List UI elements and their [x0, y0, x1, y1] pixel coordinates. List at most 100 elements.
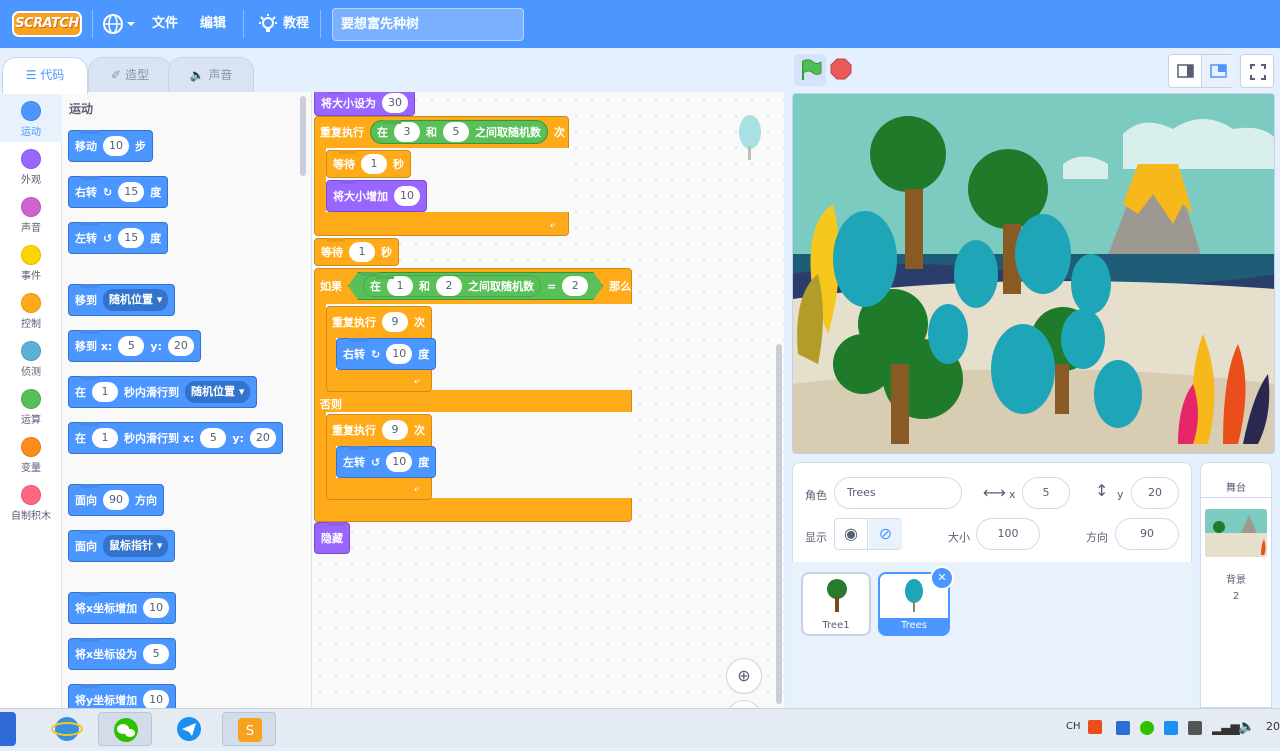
towards-dropdown[interactable]: 鼠标指针 ▾	[103, 535, 169, 557]
scratch-app-icon[interactable]: S	[222, 712, 276, 746]
point-direction-block[interactable]: 面向 90 方向	[68, 484, 164, 516]
hide-block[interactable]: 隐藏	[314, 522, 350, 554]
random-block[interactable]: 在 1 和 2 之间取随机数	[363, 275, 541, 297]
ime-indicator[interactable]: CH	[1066, 721, 1081, 732]
tutorials-menu[interactable]: 教程	[256, 0, 316, 48]
size-input[interactable]: 10	[394, 186, 420, 206]
project-title-input[interactable]: 要想富先种树	[332, 8, 524, 41]
turn-right-block[interactable]: 右转 ↻ 10 度	[336, 338, 437, 370]
zoom-in-button[interactable]: ⊕	[726, 658, 762, 694]
wechat-tray-icon[interactable]	[1140, 721, 1154, 735]
y-input[interactable]: 20	[167, 336, 194, 356]
volume-icon[interactable]: 🔈	[1238, 719, 1255, 735]
secs-input[interactable]: 1	[92, 382, 118, 402]
file-menu[interactable]: 文件	[152, 0, 178, 48]
goto-dropdown[interactable]: 随机位置 ▾	[103, 289, 169, 311]
set-size-block[interactable]: 将大小设为 30	[314, 92, 415, 116]
change-size-block[interactable]: 将大小增加 10	[326, 180, 427, 212]
y-input[interactable]: 20	[1131, 477, 1179, 509]
script-area[interactable]: 将大小设为 30 重复执行 在 3 和 5 之间取随机数 次 等待 1 秒 将大小增加 10 ⤶…	[312, 92, 784, 708]
goto-xy-block[interactable]: 移到 x: 5 y: 20	[68, 330, 201, 362]
green-flag-button[interactable]	[794, 54, 826, 86]
steps-input[interactable]: 10	[103, 136, 129, 156]
edit-menu[interactable]: 编辑	[200, 0, 226, 48]
to-input[interactable]: 5	[443, 122, 469, 142]
sogou-icon[interactable]	[1088, 720, 1102, 734]
script-scrollbar[interactable]	[776, 344, 782, 704]
category-my-blocks[interactable]: 自制积木	[0, 478, 62, 526]
direction-input[interactable]: 90	[103, 490, 129, 510]
secs-input[interactable]: 1	[349, 242, 375, 262]
small-stage-button[interactable]	[1169, 55, 1202, 87]
set-x-block[interactable]: 将x坐标设为 5	[68, 638, 177, 670]
large-stage-button[interactable]	[1202, 55, 1235, 87]
tab-code[interactable]: ☰ 代码	[2, 57, 88, 94]
x-input[interactable]: 5	[1022, 477, 1070, 509]
usb-icon[interactable]	[1188, 721, 1202, 735]
palette-scrollbar[interactable]	[300, 96, 306, 176]
size-input[interactable]: 30	[382, 93, 408, 113]
category-events[interactable]: 事件	[0, 238, 62, 286]
fullscreen-button[interactable]	[1240, 54, 1274, 88]
secs-input[interactable]: 1	[92, 428, 118, 448]
zoom-out-button[interactable]	[726, 700, 762, 708]
category-operators[interactable]: 运算	[0, 382, 62, 430]
turn-right-block[interactable]: 右转 ↻ 15 度	[68, 176, 169, 208]
glide-dropdown[interactable]: 随机位置 ▾	[185, 381, 251, 403]
size-input[interactable]: 100	[976, 518, 1040, 550]
tray-app-icon[interactable]	[1116, 721, 1130, 735]
degrees-input[interactable]: 15	[118, 228, 145, 248]
stage-canvas[interactable]	[792, 93, 1275, 454]
x-input[interactable]: 5	[143, 644, 170, 664]
from-input[interactable]: 1	[387, 276, 413, 296]
x-input[interactable]: 10	[143, 598, 170, 618]
turn-left-block[interactable]: 左转 ↺ 15 度	[68, 222, 169, 254]
clock[interactable]: 20	[1266, 720, 1280, 733]
x-input[interactable]: 5	[200, 428, 227, 448]
start-app-icon[interactable]	[0, 712, 16, 746]
hide-button[interactable]: ⊘	[869, 519, 902, 549]
x-input[interactable]: 5	[118, 336, 145, 356]
direction-input[interactable]: 90	[1115, 518, 1179, 550]
rhs-input[interactable]: 2	[562, 276, 588, 296]
times-input[interactable]: 9	[382, 312, 408, 332]
random-block[interactable]: 在 3 和 5 之间取随机数	[370, 120, 548, 144]
equals-block[interactable]: 在 1 和 2 之间取随机数 = 2	[348, 272, 603, 300]
browser-app-icon[interactable]	[40, 712, 94, 746]
change-y-block[interactable]: 将y坐标增加 10	[68, 684, 177, 708]
degrees-input[interactable]: 10	[386, 344, 413, 364]
wechat-app-icon[interactable]	[98, 712, 152, 746]
to-input[interactable]: 2	[436, 276, 462, 296]
goto-block[interactable]: 移到 随机位置 ▾	[68, 284, 176, 316]
scratch-logo[interactable]: SCRATCH	[12, 11, 82, 37]
wait-block[interactable]: 等待 1 秒	[326, 150, 411, 178]
feishu-app-icon[interactable]	[162, 712, 216, 746]
y-input[interactable]: 20	[249, 428, 276, 448]
show-button[interactable]: ◉	[835, 519, 868, 549]
change-x-block[interactable]: 将x坐标增加 10	[68, 592, 177, 624]
language-menu[interactable]	[102, 12, 136, 36]
glide-xy-block[interactable]: 在 1 秒内滑行到 x: 5 y: 20	[68, 422, 283, 454]
category-control[interactable]: 控制	[0, 286, 62, 334]
sprite-name-input[interactable]: Trees	[834, 477, 962, 509]
wait-block[interactable]: 等待 1 秒	[314, 238, 399, 266]
stop-button[interactable]	[830, 58, 852, 80]
category-sensing[interactable]: 侦测	[0, 334, 62, 382]
delete-sprite-button[interactable]: ✕	[930, 566, 954, 590]
stage-panel[interactable]: 舞台 背景 2	[1200, 462, 1272, 708]
degrees-input[interactable]: 15	[118, 182, 145, 202]
category-variables[interactable]: 变量	[0, 430, 62, 478]
tray-app-icon[interactable]	[1164, 721, 1178, 735]
degrees-input[interactable]: 10	[386, 452, 413, 472]
sprite-tile[interactable]: Tree1	[801, 572, 871, 636]
move-steps-block[interactable]: 移动 10 步	[68, 130, 153, 162]
tab-sounds[interactable]: 🔈 声音	[168, 57, 254, 93]
times-input[interactable]: 9	[382, 420, 408, 440]
category-sound[interactable]: 声音	[0, 190, 62, 238]
y-input[interactable]: 10	[143, 690, 170, 708]
turn-left-block[interactable]: 左转 ↺ 10 度	[336, 446, 437, 478]
secs-input[interactable]: 1	[361, 154, 387, 174]
tab-costumes[interactable]: ✐ 造型	[88, 57, 172, 93]
point-towards-block[interactable]: 面向 鼠标指针 ▾	[68, 530, 176, 562]
from-input[interactable]: 3	[394, 122, 420, 142]
